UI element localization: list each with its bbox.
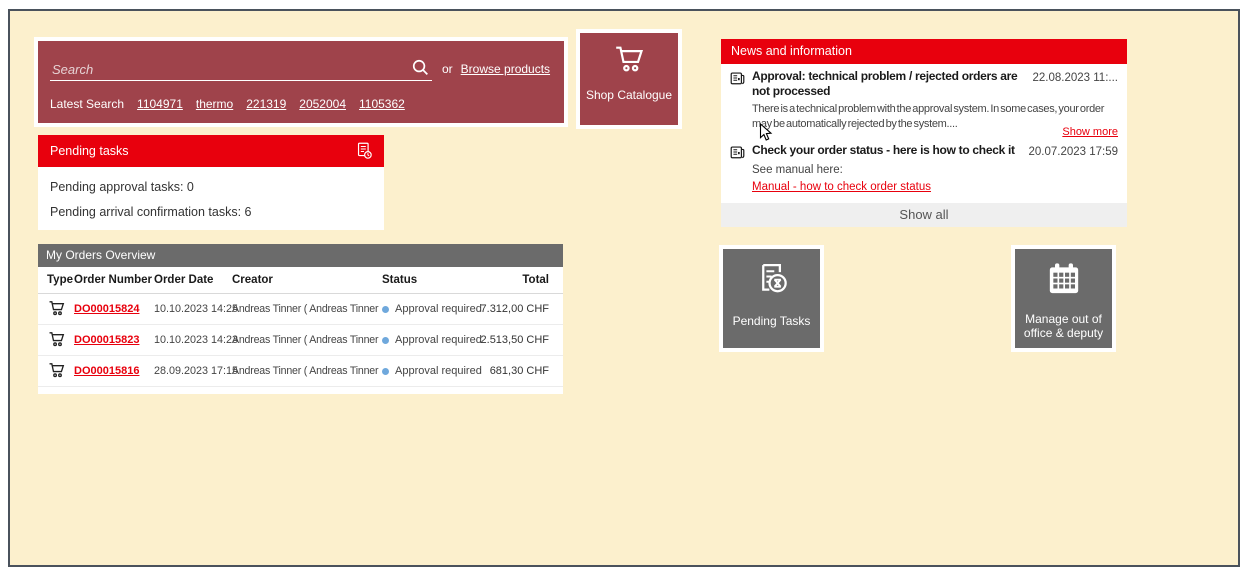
news-item-title[interactable]: Approval: technical problem / rejected o…	[752, 69, 1030, 99]
show-more-link[interactable]: Show more	[1058, 126, 1118, 138]
latest-search-link[interactable]: 1104971	[137, 97, 183, 111]
pending-tasks-tile-label: Pending Tasks	[729, 314, 815, 328]
status-dot	[382, 368, 389, 375]
page: Search or Browse products Latest Search …	[0, 0, 1249, 575]
search-input[interactable]: Search	[50, 51, 432, 81]
news-item: Check your order status - here is how to…	[721, 140, 1127, 202]
orders-overview-panel: My Orders Overview Type Order Number Ord…	[38, 244, 563, 394]
status-dot	[382, 306, 389, 313]
order-total: 2.513,50 CHF	[463, 334, 549, 346]
or-label: or	[442, 62, 453, 81]
newspaper-icon	[729, 70, 746, 92]
pending-tasks-header: Pending tasks	[38, 135, 384, 167]
search-panel: Search or Browse products Latest Search …	[34, 37, 568, 127]
search-panel-inner: Search or Browse products Latest Search …	[38, 41, 564, 123]
pending-tasks-panel: Pending tasks Pending approval tasks: 0 …	[38, 135, 384, 230]
order-total: 681,30 CHF	[463, 365, 549, 377]
show-all-button[interactable]: Show all	[721, 203, 1127, 227]
order-date: 28.09.2023 17:15	[154, 365, 238, 377]
order-date: 10.10.2023 14:25	[154, 303, 238, 315]
browse-products-link[interactable]: Browse products	[461, 62, 550, 81]
news-item: Approval: technical problem / rejected o…	[721, 66, 1127, 140]
shopping-cart-icon	[611, 43, 647, 80]
order-type-cart-icon	[47, 299, 66, 320]
pending-approval-count: Pending approval tasks: 0	[50, 180, 194, 194]
order-number-link[interactable]: DO00015824	[74, 303, 139, 315]
news-panel-header: News and information	[721, 39, 1127, 64]
news-item-date: 20.07.2023 17:59	[1028, 146, 1118, 158]
orders-table-header: Type Order Number Order Date Creator Sta…	[38, 267, 563, 294]
order-type-cart-icon	[47, 392, 66, 394]
order-type-cart-icon	[47, 361, 66, 382]
orders-table-body: DO00015824 10.10.2023 14:25 Andreas Tinn…	[38, 294, 563, 394]
manage-out-of-office-tile[interactable]: Manage out of office & deputy	[1011, 245, 1116, 352]
column-header-creator: Creator	[232, 274, 273, 286]
search-placeholder: Search	[52, 62, 93, 77]
news-item-body: See manual here:	[752, 164, 843, 176]
order-type-cart-icon	[47, 330, 66, 351]
pending-arrival-count: Pending arrival confirmation tasks: 6	[50, 205, 251, 219]
column-header-type: Type	[47, 274, 73, 286]
news-item-title[interactable]: Check your order status - here is how to…	[752, 143, 1015, 158]
order-number-link[interactable]: DO00015823	[74, 334, 139, 346]
column-header-status: Status	[382, 274, 417, 286]
calendar-icon	[1044, 259, 1084, 304]
column-header-order-number: Order Number	[74, 274, 152, 286]
news-item-date: 22.08.2023 11:...	[1033, 72, 1118, 84]
newspaper-icon	[729, 144, 746, 166]
latest-search-link[interactable]: 2052004	[299, 97, 346, 111]
table-row: DO00015816 28.09.2023 17:15 Andreas Tinn…	[38, 356, 563, 387]
manage-out-of-office-label: Manage out of office & deputy	[1015, 312, 1112, 340]
manual-link[interactable]: Manual - how to check order status	[752, 181, 931, 193]
latest-search-link[interactable]: 1105362	[359, 97, 405, 111]
table-row: DO00015823 10.10.2023 14:23 Andreas Tinn…	[38, 325, 563, 356]
shop-catalogue-label: Shop Catalogue	[582, 88, 676, 102]
order-number-link[interactable]: DO00015816	[74, 365, 139, 377]
shop-catalogue-tile[interactable]: Shop Catalogue	[576, 29, 682, 129]
status-dot	[382, 337, 389, 344]
search-icon[interactable]	[411, 58, 430, 77]
order-creator: Andreas Tinner ( Andreas Tinner )	[232, 334, 380, 346]
orders-overview-title: My Orders Overview	[38, 244, 563, 267]
column-header-order-date: Order Date	[154, 274, 213, 286]
task-hourglass-icon	[751, 259, 793, 306]
table-row: DO00015824 10.10.2023 14:25 Andreas Tinn…	[38, 294, 563, 325]
news-panel: News and information Approval: technical…	[721, 39, 1127, 227]
content-frame: Search or Browse products Latest Search …	[8, 9, 1240, 567]
latest-search-label: Latest Search	[50, 97, 124, 111]
table-row-partial	[38, 387, 563, 394]
order-date: 10.10.2023 14:23	[154, 334, 238, 346]
latest-search-link[interactable]: thermo	[196, 97, 233, 111]
order-total: 7.312,00 CHF	[463, 303, 549, 315]
column-header-total: Total	[463, 274, 549, 286]
latest-search-link[interactable]: 221319	[246, 97, 286, 111]
pending-tasks-tile[interactable]: Pending Tasks	[719, 245, 824, 352]
order-creator: Andreas Tinner ( Andreas Tinner )	[232, 365, 380, 377]
order-creator: Andreas Tinner ( Andreas Tinner )	[232, 303, 380, 315]
task-list-clock-icon	[354, 141, 374, 166]
